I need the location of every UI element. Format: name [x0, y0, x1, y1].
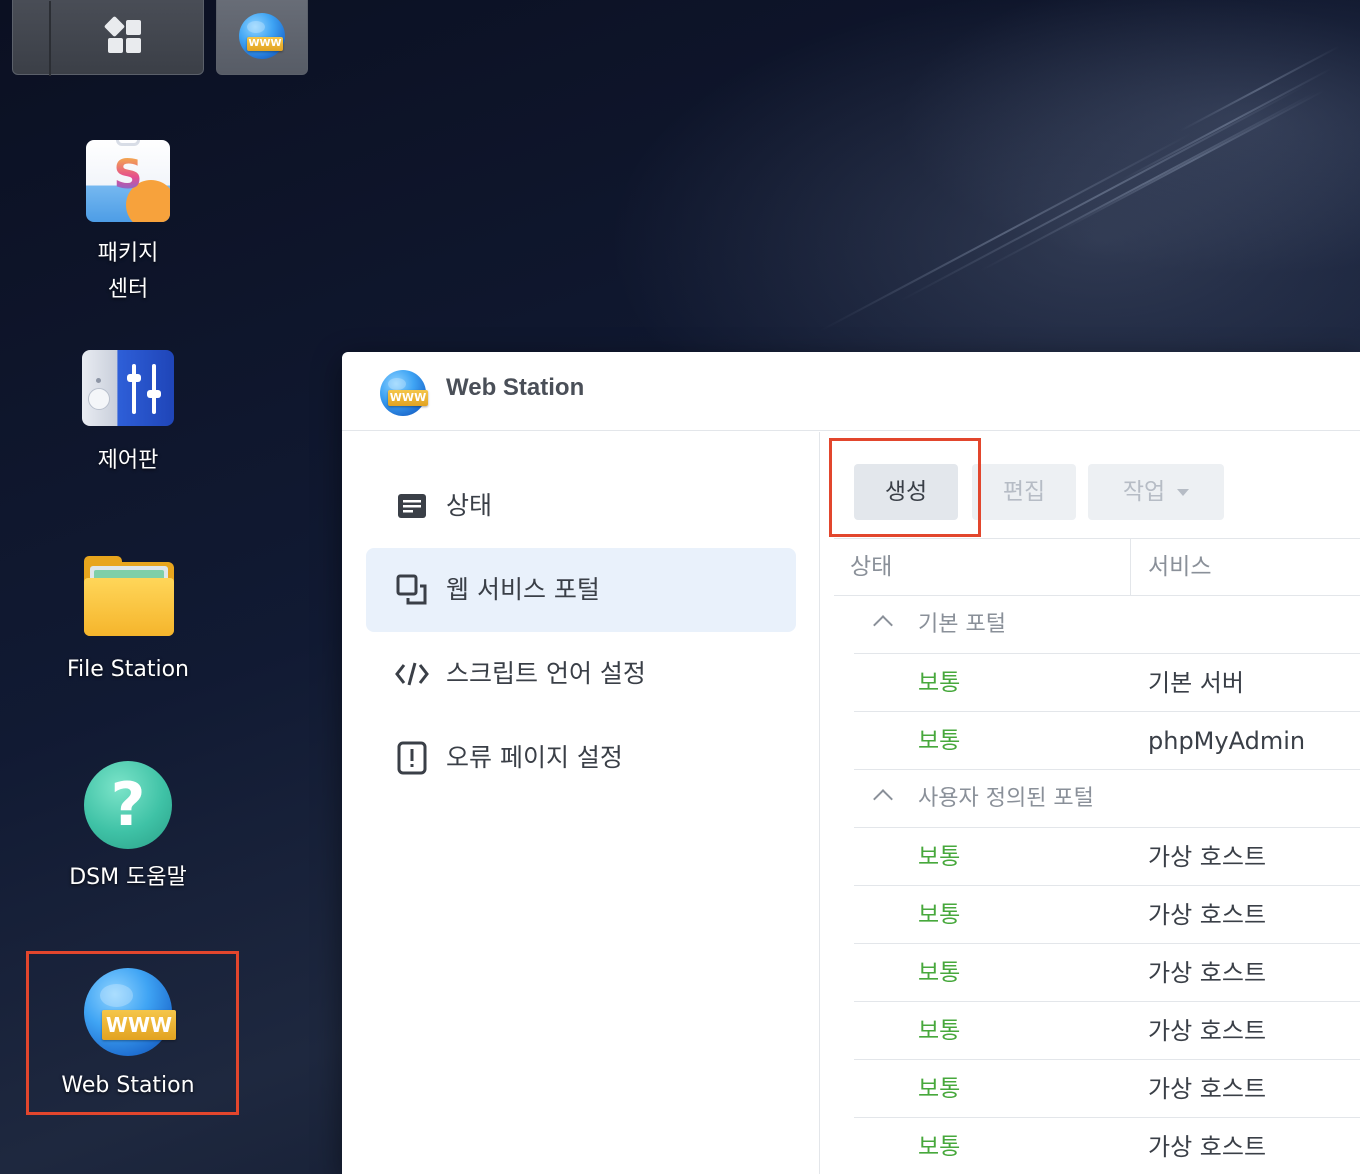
desktop-icon-label: DSM 도움말: [69, 865, 187, 890]
desktop-icon-label: 센터: [107, 277, 149, 302]
table-row[interactable]: 보통 가상 호스트: [854, 944, 1360, 1002]
sidebar: 상태 웹 서비스 포털 스크립트 언어 설정 오류 페이지 설정: [342, 432, 820, 1174]
sidebar-item-label: 오류 페이지 설정: [446, 743, 623, 772]
table-row[interactable]: 보통 기본 서버: [854, 654, 1360, 712]
table-row[interactable]: 보통 가상 호스트: [854, 1118, 1360, 1174]
highlight-box-web-station-icon: [26, 951, 239, 1115]
service-cell: 가상 호스트: [1148, 1017, 1267, 1045]
service-cell: phpMyAdmin: [1148, 727, 1306, 755]
status-cell: 보통: [918, 670, 961, 696]
group-row-default-portal[interactable]: 기본 포털: [854, 596, 1360, 654]
group-label: 기본 포털: [918, 612, 1006, 637]
table-row[interactable]: 보통 가상 호스트: [854, 1002, 1360, 1060]
status-cell: 보통: [918, 728, 961, 754]
edit-button[interactable]: 편집: [972, 464, 1076, 520]
document-icon: [398, 494, 426, 518]
web-station-globe-icon: WWW: [239, 13, 285, 59]
question-mark-icon: ?: [84, 761, 172, 849]
table-row[interactable]: 보통 가상 호스트: [854, 886, 1360, 944]
status-cell: 보통: [918, 1076, 961, 1102]
folder-icon: [84, 556, 174, 636]
status-cell: 보통: [918, 960, 961, 986]
main-menu-grid-icon: [103, 15, 145, 57]
chevron-down-icon: [1177, 489, 1190, 496]
status-cell: 보통: [918, 902, 961, 928]
action-dropdown-button[interactable]: 작업: [1088, 464, 1224, 520]
taskbar-separator: [49, 1, 51, 76]
table-row[interactable]: 보통 가상 호스트: [854, 1060, 1360, 1118]
group-row-custom-portal[interactable]: 사용자 정의된 포털: [854, 770, 1360, 828]
service-cell: 가상 호스트: [1148, 1075, 1267, 1103]
service-cell: 기본 서버: [1148, 669, 1244, 697]
wallpaper-streak: [1119, 67, 1333, 182]
portal-icon: [396, 574, 427, 605]
column-header-status[interactable]: 상태: [850, 539, 892, 595]
sidebar-item-label: 스크립트 언어 설정: [446, 659, 646, 688]
sidebar-item-script-language[interactable]: 스크립트 언어 설정: [366, 632, 796, 716]
wallpaper-streak: [1179, 45, 1340, 132]
column-header-service[interactable]: 서비스: [1148, 539, 1211, 595]
code-icon: [395, 662, 429, 686]
action-label: 작업: [1122, 479, 1166, 505]
chevron-up-icon[interactable]: [873, 615, 893, 635]
main-menu-button[interactable]: [12, 0, 204, 76]
table-row[interactable]: 보통 phpMyAdmin: [854, 712, 1360, 770]
wallpaper-streak: [1059, 89, 1326, 232]
highlight-box-create-button: [829, 438, 981, 537]
window-title: Web Station: [446, 374, 585, 401]
error-page-icon: [397, 741, 427, 775]
package-center-icon: S: [86, 140, 170, 222]
www-badge: WWW: [247, 37, 283, 51]
sidebar-item-label: 상태: [446, 491, 493, 520]
taskbar-web-station-button[interactable]: WWW: [216, 0, 308, 75]
status-cell: 보통: [918, 1134, 961, 1160]
service-cell: 가상 호스트: [1148, 959, 1267, 987]
main-content: 생성 편집 작업 상태 서비스 기본 포털 보통 기본 서버 보통 phpMyA…: [822, 432, 1360, 1174]
wallpaper-streak: [819, 132, 1192, 332]
service-cell: 가상 호스트: [1148, 901, 1267, 929]
sidebar-item-status[interactable]: 상태: [366, 464, 796, 548]
column-separator: [1130, 539, 1131, 595]
control-panel-icon: [82, 350, 174, 426]
table-row[interactable]: 보통 가상 호스트: [854, 828, 1360, 886]
status-cell: 보통: [918, 1018, 961, 1044]
www-badge: WWW: [388, 390, 428, 406]
desktop-icon-label: File Station: [66, 657, 190, 682]
table-header: 상태 서비스: [834, 538, 1360, 596]
wallpaper-streak: [899, 84, 1307, 302]
sidebar-item-label: 웹 서비스 포털: [446, 575, 600, 604]
desktop-icon-label: 패키지: [97, 241, 159, 266]
web-station-globe-icon: WWW: [380, 370, 428, 416]
window-header[interactable]: WWW Web Station: [342, 352, 1360, 431]
sidebar-item-error-page[interactable]: 오류 페이지 설정: [366, 716, 796, 800]
chevron-up-icon[interactable]: [873, 789, 893, 809]
status-cell: 보통: [918, 844, 961, 870]
desktop-icon-label: 제어판: [97, 448, 159, 473]
service-cell: 가상 호스트: [1148, 1133, 1267, 1161]
service-cell: 가상 호스트: [1148, 843, 1267, 871]
sidebar-item-web-service-portal[interactable]: 웹 서비스 포털: [366, 548, 796, 632]
group-label: 사용자 정의된 포털: [918, 786, 1094, 811]
